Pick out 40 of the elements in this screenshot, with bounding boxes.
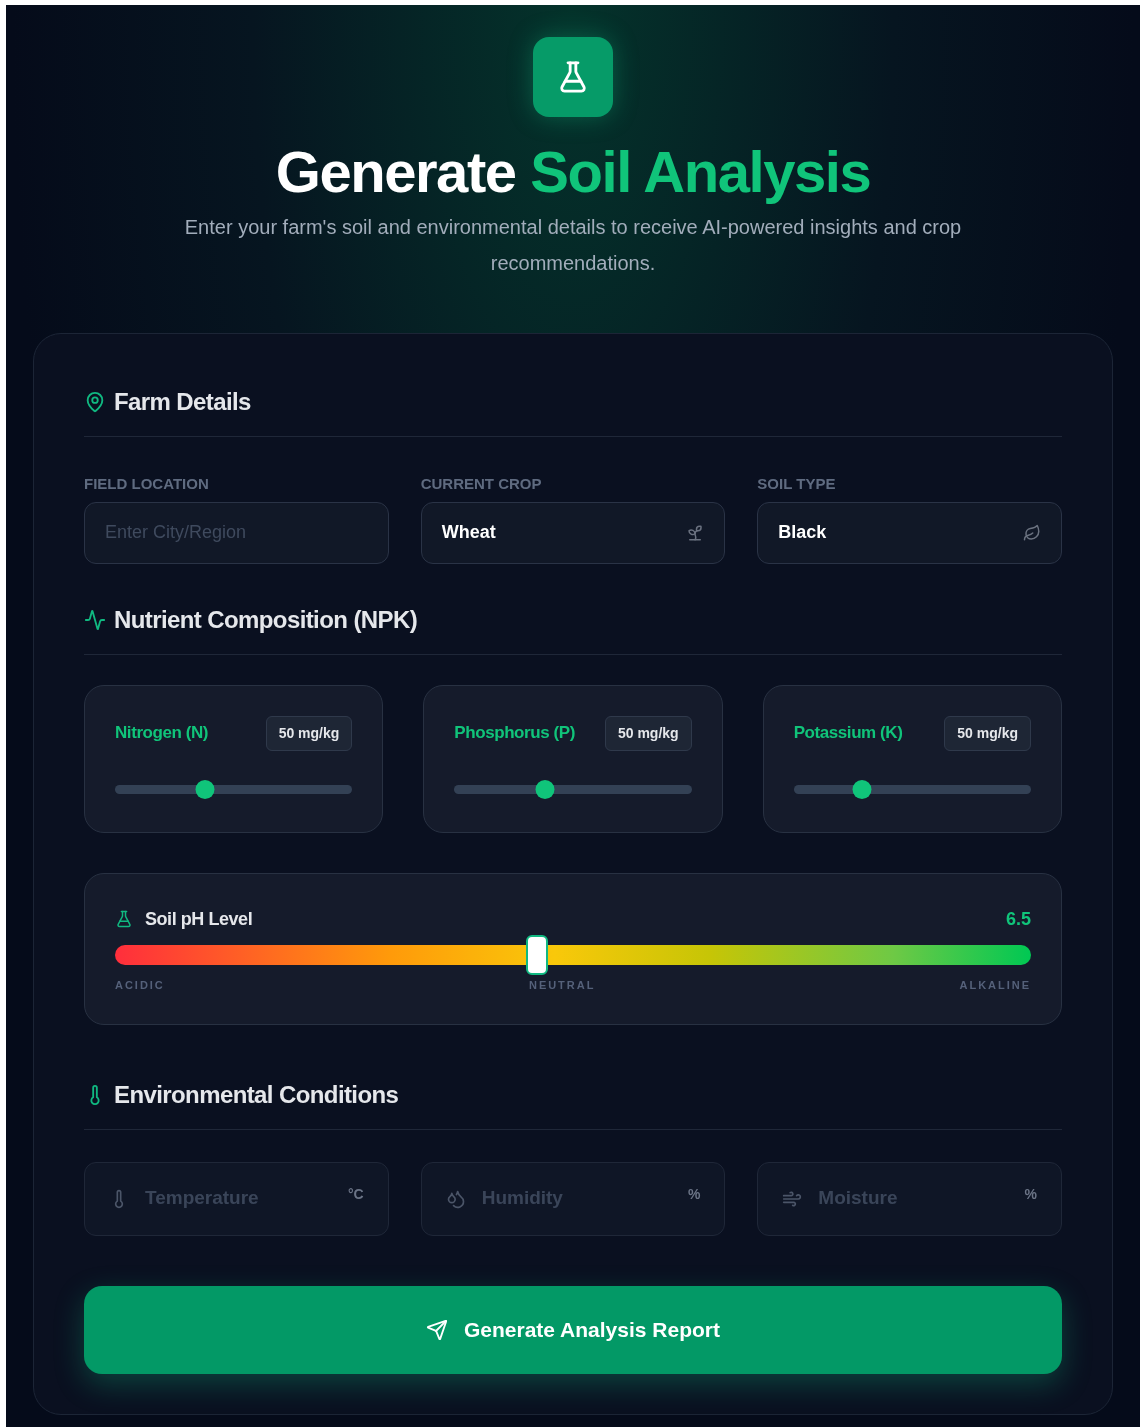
- nutrient-name: Nitrogen (N): [115, 722, 209, 745]
- ph-scale-label: NEUTRAL: [528, 977, 596, 993]
- nutrient-reading: 50 mg/kg: [265, 715, 353, 751]
- section-heading: Nutrient Composition (NPK): [114, 604, 418, 635]
- unit-label: %: [687, 1185, 701, 1204]
- ph-scale-label: ALKALINE: [959, 977, 1031, 993]
- nutrient-reading: 50 mg/kg: [604, 715, 692, 751]
- input-field[interactable]: Wheat: [420, 501, 726, 564]
- slider-thumb[interactable]: [195, 779, 215, 799]
- pulse-icon: [84, 608, 106, 631]
- field-label: SOIL TYPE: [757, 474, 837, 494]
- page-title: Generate Soil Analysis: [275, 139, 871, 205]
- map-pin-icon: [84, 391, 106, 413]
- generate-report-button[interactable]: Generate Analysis Report: [84, 1285, 1062, 1374]
- flask-icon: [115, 910, 133, 928]
- section-heading: Environmental Conditions: [114, 1079, 399, 1110]
- ph-slider[interactable]: [115, 934, 1031, 975]
- nutrient-name: Phosphorus (P): [454, 722, 575, 745]
- slider[interactable]: [793, 779, 1031, 799]
- unit-label: °C: [347, 1185, 364, 1204]
- page-subtitle: Enter your farm's soil and environmental details to receive AI-powered insights and crop recommendations.: [183, 215, 963, 276]
- ph-scale-label: ACIDIC: [115, 977, 165, 993]
- sprout-icon: [686, 523, 705, 542]
- input-field[interactable]: Black: [757, 501, 1062, 564]
- unit-label: %: [1024, 1185, 1037, 1204]
- section-heading: Farm Details: [114, 387, 251, 417]
- slider[interactable]: [454, 779, 692, 799]
- ph-reading: 6.5: [1005, 907, 1031, 931]
- field-label: CURRENT CROP: [420, 474, 543, 494]
- nutrient-name: Potassium (K): [793, 722, 903, 745]
- nutrient-reading: 50 mg/kg: [944, 715, 1031, 751]
- send-icon: [426, 1318, 448, 1341]
- slider[interactable]: [115, 779, 353, 799]
- slider-thumb[interactable]: [852, 779, 872, 799]
- slider-thumb[interactable]: [535, 779, 555, 799]
- field-label: FIELD LOCATION: [84, 474, 210, 494]
- ph-label: Soil pH Level: [145, 907, 253, 931]
- droplets-icon: [445, 1188, 466, 1209]
- leaf-icon: [1023, 523, 1041, 542]
- ph-slider-thumb[interactable]: [526, 934, 549, 975]
